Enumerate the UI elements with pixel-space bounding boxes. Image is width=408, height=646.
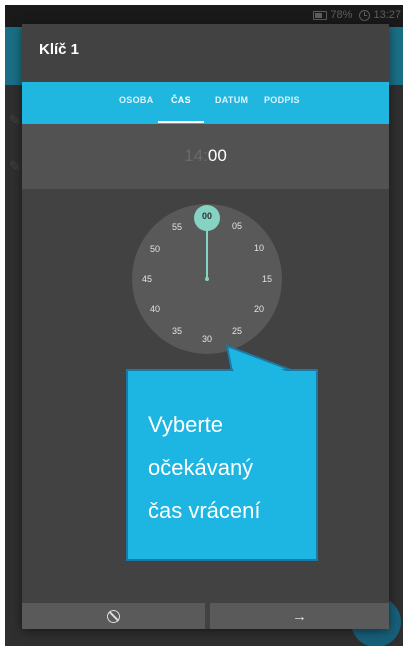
clock-face[interactable]: 00 05 10 15 20 25 30 35 40 45 50 55 [132, 204, 282, 354]
clock-number[interactable]: 55 [167, 221, 187, 233]
active-tab-indicator [158, 121, 204, 123]
clock-number[interactable]: 40 [145, 303, 165, 315]
dialog-title: Klíč 1 [39, 41, 80, 58]
clock-number[interactable]: 20 [249, 303, 269, 315]
clock-number[interactable]: 00 [197, 210, 217, 222]
cancel-icon [107, 609, 120, 623]
callout-text: Vyberte očekávaný čas vrácení [148, 403, 308, 532]
next-button[interactable]: → [210, 603, 389, 629]
tab-osoba[interactable]: OSOBA [119, 95, 154, 105]
edit-icon: ✎ [9, 158, 21, 174]
tab-cas[interactable]: ČAS [171, 95, 191, 105]
clock-number[interactable]: 15 [257, 273, 277, 285]
callout-line: čas vrácení [148, 498, 261, 523]
tab-podpis[interactable]: PODPIS [264, 95, 300, 105]
clock-number[interactable]: 45 [137, 273, 157, 285]
battery-level: 78% [330, 9, 353, 21]
dialog-tabs: OSOBA ČAS DATUM PODPIS [22, 82, 389, 124]
callout-line: Vyberte [148, 412, 224, 437]
cancel-button[interactable] [22, 603, 205, 629]
time-display: 14:00 [22, 146, 389, 166]
clock-number[interactable]: 35 [167, 325, 187, 337]
clock-icon [359, 9, 371, 21]
clock-number[interactable]: 05 [227, 220, 247, 232]
arrow-right-icon: → [292, 607, 307, 625]
hint-callout: Vyberte očekávaný čas vrácení [126, 369, 318, 561]
battery-icon [313, 10, 328, 20]
time-minutes[interactable]: 00 [208, 146, 227, 165]
tab-datum[interactable]: DATUM [215, 95, 248, 105]
time-header: 14:00 [22, 124, 389, 189]
edit-icon: ✎ [9, 112, 21, 128]
callout-line: očekávaný [148, 455, 254, 480]
clock-number[interactable]: 25 [227, 325, 247, 337]
clock-number[interactable]: 50 [145, 243, 165, 255]
clock-number[interactable]: 30 [197, 333, 217, 345]
clock-number[interactable]: 10 [249, 242, 269, 254]
clock-center-dot [205, 277, 209, 281]
time-hours[interactable]: 14 [184, 146, 203, 165]
status-time: 13:27 [373, 9, 401, 21]
status-indicators: 78% 13:27 [313, 9, 401, 21]
